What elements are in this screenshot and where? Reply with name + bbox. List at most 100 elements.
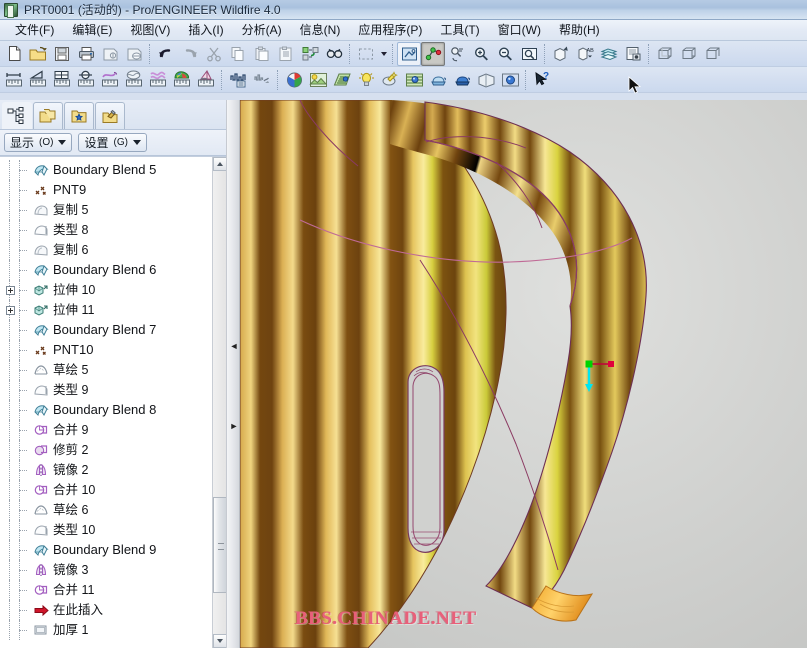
paste-special-icon[interactable] — [274, 42, 298, 66]
tree-row[interactable]: 修剪 2 — [0, 440, 212, 460]
tree-row[interactable]: 类型 9 — [0, 380, 212, 400]
tree-vertical-scrollbar[interactable] — [212, 157, 226, 648]
tree-row[interactable]: 复制 6 — [0, 240, 212, 260]
draft-check-icon[interactable] — [194, 68, 218, 92]
collapse-right-arrow-icon[interactable]: ► — [229, 420, 239, 432]
tree-row[interactable]: 加厚 1 — [0, 620, 212, 640]
menu-analysis[interactable]: 分析(A) — [233, 21, 291, 40]
texture-icon[interactable] — [498, 68, 522, 92]
scene-icon[interactable] — [306, 68, 330, 92]
cut-icon[interactable] — [202, 42, 226, 66]
section-analysis-icon[interactable] — [226, 68, 250, 92]
reorient-icon[interactable] — [445, 42, 469, 66]
measure-area-icon[interactable] — [50, 68, 74, 92]
tree-row[interactable]: Boundary Blend 9 — [0, 540, 212, 560]
measure-distance-icon[interactable] — [2, 68, 26, 92]
regenerate-icon[interactable] — [298, 42, 322, 66]
paste-icon[interactable] — [250, 42, 274, 66]
select-filter-caret-icon[interactable] — [378, 42, 389, 66]
tree-row[interactable]: 合并 9 — [0, 420, 212, 440]
menu-view[interactable]: 视图(V) — [121, 21, 179, 40]
render-setup-icon[interactable] — [378, 68, 402, 92]
datum-plane-display-icon[interactable] — [549, 42, 573, 66]
room-editor-icon[interactable] — [474, 68, 498, 92]
tree-row[interactable]: 草绘 6 — [0, 500, 212, 520]
tree-row[interactable]: 拉伸 11 — [0, 300, 212, 320]
tree-row[interactable]: Boundary Blend 8 — [0, 400, 212, 420]
menu-applications[interactable]: 应用程序(P) — [349, 21, 431, 40]
tree-row[interactable]: 在此插入 — [0, 600, 212, 620]
annotation-display-icon[interactable]: AB — [573, 42, 597, 66]
tree-row[interactable]: 类型 10 — [0, 520, 212, 540]
tree-row[interactable]: 合并 10 — [0, 480, 212, 500]
menu-info[interactable]: 信息(N) — [291, 21, 350, 40]
new-file-icon[interactable] — [2, 42, 26, 66]
redo-icon[interactable] — [178, 42, 202, 66]
zoom-out-icon[interactable] — [493, 42, 517, 66]
tab-connections[interactable] — [95, 102, 125, 129]
send-mail-icon[interactable] — [98, 42, 122, 66]
undo-icon[interactable] — [154, 42, 178, 66]
find-icon[interactable] — [322, 42, 346, 66]
surface-analysis-icon[interactable] — [122, 68, 146, 92]
scroll-down-arrow-icon[interactable] — [213, 634, 226, 648]
tree-row[interactable]: 镜像 2 — [0, 460, 212, 480]
graphics-viewport[interactable]: BBS.CHINADE.NET — [240, 100, 807, 648]
layer-display-icon[interactable] — [597, 42, 621, 66]
show-dropdown-button[interactable]: 显示 (O) — [4, 133, 73, 152]
measure-diameter-icon[interactable] — [74, 68, 98, 92]
tab-favorites[interactable] — [64, 102, 94, 129]
tree-row[interactable]: 复制 5 — [0, 200, 212, 220]
collapse-left-arrow-icon[interactable]: ◄ — [229, 340, 239, 352]
tree-row[interactable]: PNT10 — [0, 340, 212, 360]
scrollbar-thumb[interactable] — [213, 497, 226, 593]
shaded-curvature-icon[interactable] — [250, 68, 274, 92]
curvature-analysis-icon[interactable] — [98, 68, 122, 92]
mail-recipient-icon[interactable] — [122, 42, 146, 66]
measure-angle-icon[interactable] — [26, 68, 50, 92]
wireframe-icon[interactable] — [653, 42, 677, 66]
tree-row[interactable]: 拉伸 10 — [0, 280, 212, 300]
photo-render-icon[interactable] — [402, 68, 426, 92]
spin-center-icon[interactable] — [421, 41, 445, 66]
plus-box-icon[interactable] — [5, 305, 15, 315]
open-folder-icon[interactable] — [26, 42, 50, 66]
scroll-up-arrow-icon[interactable] — [213, 157, 226, 171]
refit-icon[interactable] — [517, 42, 541, 66]
tree-row[interactable]: 草绘 5 — [0, 360, 212, 380]
menu-edit[interactable]: 编辑(E) — [63, 21, 121, 40]
save-icon[interactable] — [50, 42, 74, 66]
no-hidden-icon[interactable] — [701, 42, 725, 66]
menu-file[interactable]: 文件(F) — [6, 21, 63, 40]
select-box-icon[interactable] — [354, 42, 378, 66]
menu-window[interactable]: 窗口(W) — [489, 21, 550, 40]
model-setup-icon[interactable] — [450, 68, 474, 92]
copy-icon[interactable] — [226, 42, 250, 66]
tree-row[interactable]: Boundary Blend 5 — [0, 160, 212, 180]
tree-row[interactable]: 镜像 3 — [0, 560, 212, 580]
tree-row[interactable]: PNT9 — [0, 180, 212, 200]
settings-dropdown-button[interactable]: 设置 (G) — [78, 133, 147, 152]
color-appearance-icon[interactable] — [282, 68, 306, 92]
reflection-icon[interactable] — [426, 68, 450, 92]
print-icon[interactable] — [74, 42, 98, 66]
tree-row[interactable]: 合并 11 — [0, 580, 212, 600]
help-pointer-icon[interactable]: ? — [530, 68, 554, 92]
expand-toggle[interactable] — [2, 280, 18, 300]
expand-toggle[interactable] — [2, 300, 18, 320]
gaussian-curvature-icon[interactable] — [170, 68, 194, 92]
saved-view-icon[interactable] — [621, 42, 645, 66]
hidden-line-icon[interactable] — [677, 42, 701, 66]
plus-box-icon[interactable] — [5, 285, 15, 295]
perspective-icon[interactable] — [330, 68, 354, 92]
tree-row[interactable]: Boundary Blend 6 — [0, 260, 212, 280]
menu-help[interactable]: 帮助(H) — [550, 21, 609, 40]
light-icon[interactable] — [354, 68, 378, 92]
menu-insert[interactable]: 插入(I) — [179, 21, 232, 40]
offset-curve-icon[interactable] — [146, 68, 170, 92]
tab-model-tree[interactable] — [2, 102, 32, 129]
repaint-icon[interactable] — [397, 41, 421, 66]
zoom-in-icon[interactable] — [469, 42, 493, 66]
panel-splitter[interactable]: ◄ ► — [226, 100, 240, 648]
tree-row[interactable]: Boundary Blend 7 — [0, 320, 212, 340]
